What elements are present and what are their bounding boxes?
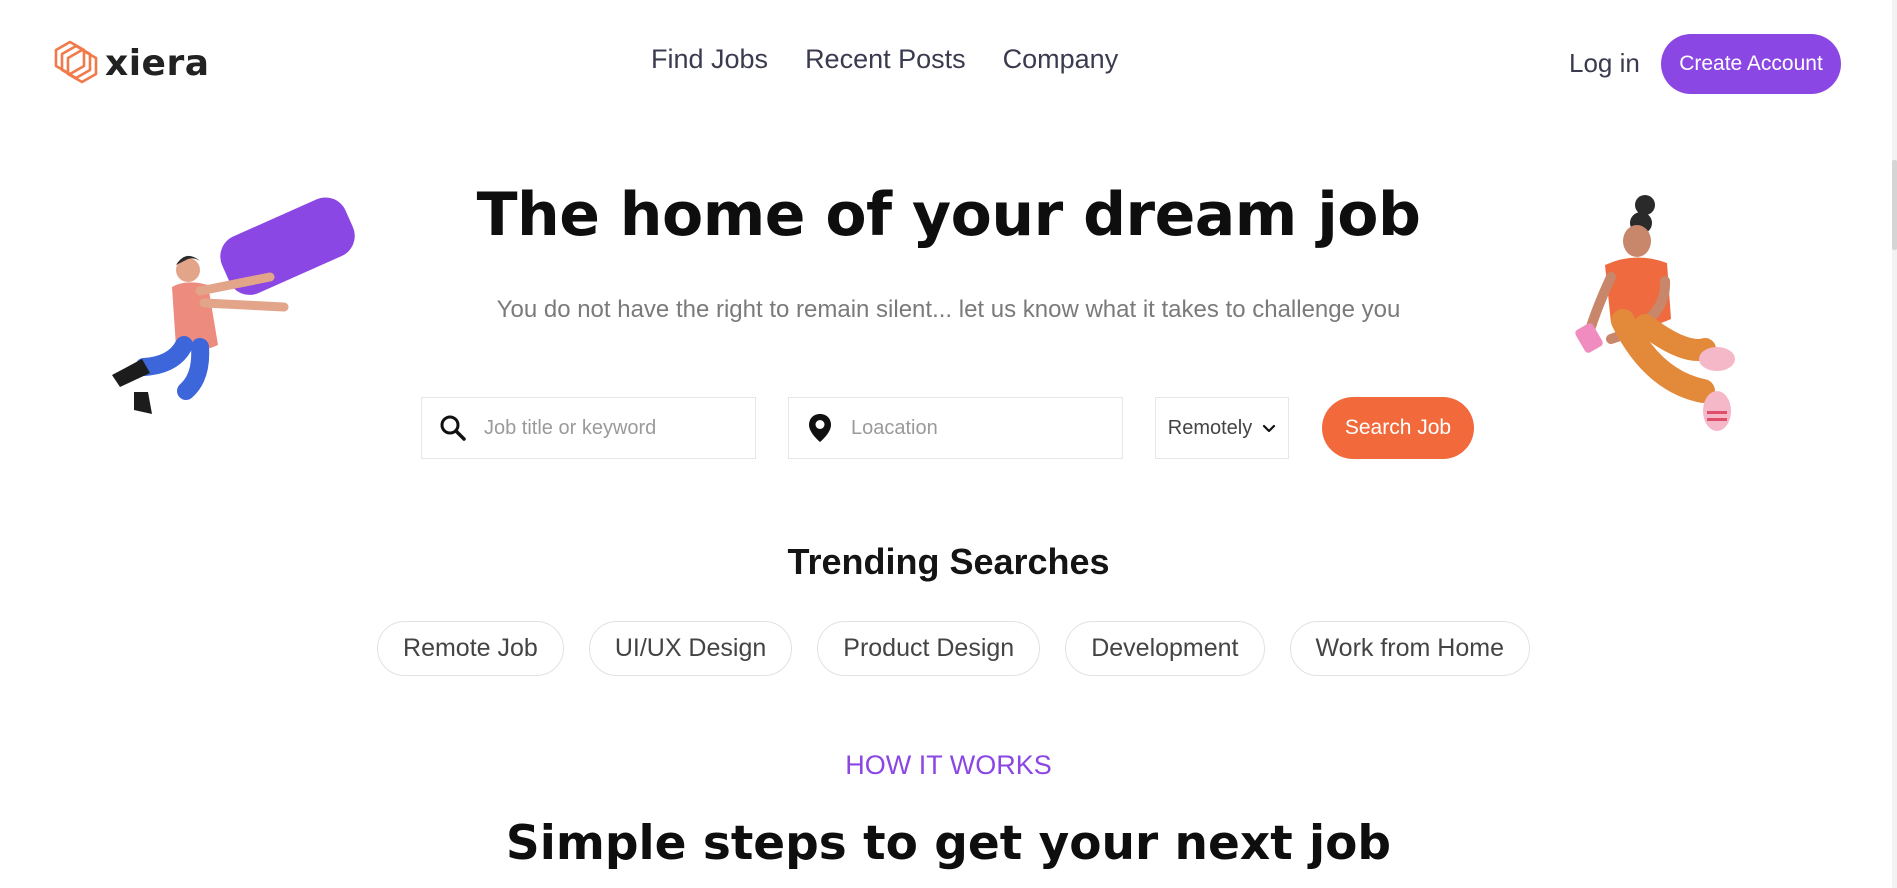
- keyword-input[interactable]: [484, 416, 744, 440]
- chevron-down-icon: [1262, 417, 1276, 440]
- trending-chips: Remote Job UI/UX Design Product Design D…: [0, 621, 1897, 676]
- search-job-button[interactable]: Search Job: [1322, 397, 1474, 459]
- trending-title: Trending Searches: [787, 541, 1110, 582]
- page-scrollbar[interactable]: [1892, 0, 1897, 888]
- hero-subtitle: You do not have the right to remain sile…: [496, 296, 1401, 323]
- trending-chip[interactable]: Development: [1065, 621, 1265, 676]
- nav-recent-posts[interactable]: Recent Posts: [805, 46, 966, 73]
- work-type-select[interactable]: Remotely: [1155, 397, 1289, 459]
- map-pin-icon: [789, 398, 851, 458]
- work-type-value: Remotely: [1167, 416, 1253, 439]
- trending-chip[interactable]: Remote Job: [377, 621, 564, 676]
- brand-name: xiera: [105, 42, 210, 84]
- hexagon-stack-icon: [53, 36, 99, 91]
- location-search-field[interactable]: [788, 397, 1123, 459]
- hero-title: The home of your dream job: [476, 180, 1421, 250]
- trending-chip[interactable]: Product Design: [817, 621, 1041, 676]
- how-it-works-label: HOW IT WORKS: [845, 750, 1052, 780]
- how-it-works-title: Simple steps to get your next job: [505, 816, 1392, 871]
- trending-chip[interactable]: UI/UX Design: [588, 621, 793, 676]
- login-link[interactable]: Log in: [1569, 50, 1640, 76]
- brand-logo[interactable]: xiera: [53, 36, 210, 91]
- trending-chip[interactable]: Work from Home: [1289, 621, 1530, 676]
- scrollbar-thumb[interactable]: [1892, 160, 1897, 250]
- keyword-search-field[interactable]: [421, 397, 756, 459]
- location-input[interactable]: [851, 416, 1111, 440]
- create-account-button[interactable]: Create Account: [1661, 34, 1841, 94]
- nav-find-jobs[interactable]: Find Jobs: [651, 46, 768, 73]
- search-icon: [422, 398, 484, 458]
- main-nav: Find Jobs Recent Posts Company: [651, 46, 1118, 73]
- nav-company[interactable]: Company: [1003, 46, 1119, 73]
